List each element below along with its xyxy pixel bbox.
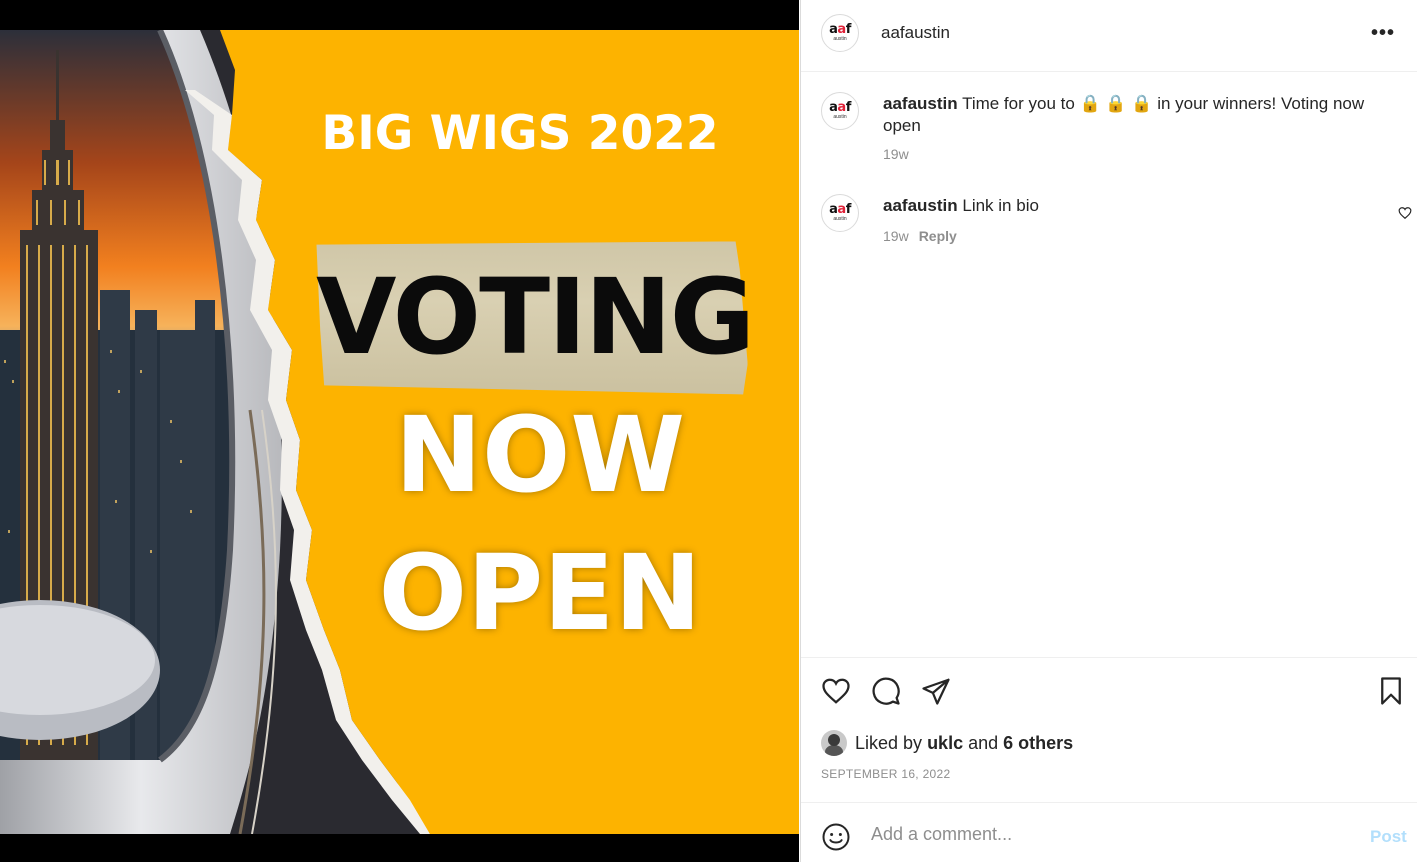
likes-user[interactable]: uklc [927, 733, 963, 754]
comment-username[interactable]: aafaustin [883, 196, 958, 215]
comment-time[interactable]: 19w [883, 228, 909, 244]
emoji-icon[interactable] [821, 822, 851, 852]
add-comment-bar: Post [801, 802, 1417, 863]
liker-avatar[interactable] [821, 730, 847, 756]
comment-input[interactable] [869, 817, 1343, 851]
avatar-sub: austin [833, 36, 847, 42]
comment-like-heart-icon[interactable] [1398, 206, 1412, 220]
likes-conj: and [968, 732, 999, 753]
heart-icon[interactable] [820, 676, 852, 706]
post-actions: Liked by uklc and 6 others SEPTEMBER 16,… [801, 657, 1417, 803]
avatar[interactable]: aaf austin [821, 92, 859, 130]
avatar-sub: austin [833, 114, 847, 120]
comment-text: aafaustin Link in bio [883, 195, 1393, 217]
comment-text: aafaustin Time for you to 🔒 🔒 🔒 in your … [883, 93, 1393, 137]
comment-meta: 19w Reply [883, 228, 957, 244]
post-image: BIG WIGS 2022 VOTING NOW OPEN [0, 30, 799, 834]
bookmark-icon[interactable] [1378, 676, 1404, 706]
post-headline: BIG WIGS 2022 [321, 106, 719, 161]
post-details-panel: aaf austin aafaustin ••• aaf austin aafa… [800, 0, 1417, 862]
avatar[interactable]: aaf austin [821, 14, 859, 52]
post-text-voting: VOTING [316, 256, 755, 378]
share-icon[interactable] [921, 676, 951, 706]
likes-others[interactable]: 6 others [1003, 733, 1073, 754]
post-button[interactable]: Post [1370, 827, 1407, 847]
post-media: BIG WIGS 2022 VOTING NOW OPEN [0, 0, 799, 862]
avatar[interactable]: aaf austin [821, 194, 859, 232]
post-text-now: NOW [394, 394, 686, 516]
comment-icon[interactable] [871, 676, 901, 706]
avatar-sub: austin [833, 216, 847, 222]
avatar-logo: aaf [829, 100, 851, 115]
post-date[interactable]: SEPTEMBER 16, 2022 [821, 767, 950, 781]
more-horizontal-icon[interactable]: ••• [1371, 22, 1395, 45]
avatar-logo: aaf [829, 202, 851, 217]
comment-username[interactable]: aafaustin [883, 94, 958, 113]
avatar-logo: aaf [829, 22, 851, 37]
header-username[interactable]: aafaustin [881, 23, 950, 43]
likes-prefix: Liked by [855, 732, 923, 753]
comment-meta: 19w [883, 146, 909, 162]
post-text-open: OPEN [378, 532, 702, 654]
likes-summary: Liked by uklc and 6 others [821, 730, 1073, 756]
comment-time[interactable]: 19w [883, 146, 909, 162]
reply-button[interactable]: Reply [919, 228, 957, 244]
comment-body: Link in bio [962, 196, 1039, 215]
post-header: aaf austin aafaustin ••• [801, 0, 1417, 72]
